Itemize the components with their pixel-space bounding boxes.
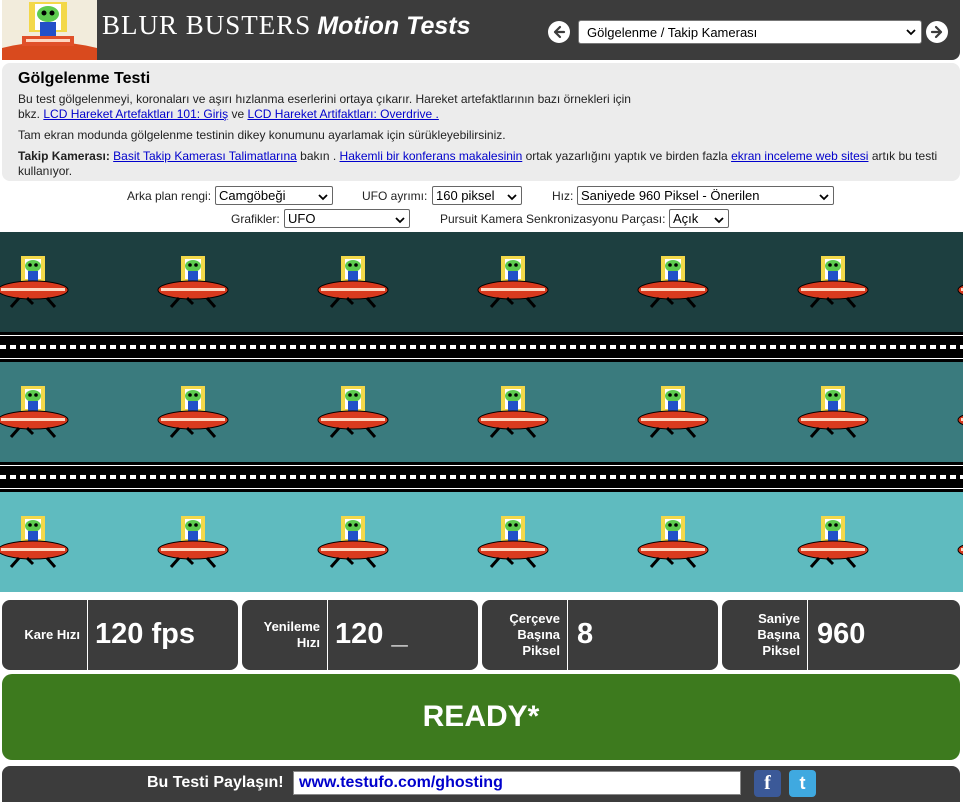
refresh-label: Yenileme Hızı bbox=[242, 600, 328, 670]
ufo-band-light[interactable] bbox=[0, 492, 963, 592]
ufo-icon bbox=[637, 384, 709, 440]
share-url-field[interactable]: www.testufo.com/ghosting bbox=[293, 771, 741, 795]
chevron-down-icon bbox=[906, 29, 916, 36]
pixels-per-frame-value: 8 bbox=[577, 618, 594, 650]
test-selector-value: Gölgelenme / Takip Kamerası bbox=[587, 24, 758, 40]
twitter-glyph: t bbox=[799, 773, 806, 793]
controls-row-2: Grafikler: UFO Pursuit Kamera Senkroniza… bbox=[0, 209, 963, 229]
chevron-down-icon bbox=[395, 217, 405, 224]
ufo-icon bbox=[637, 254, 709, 310]
ufo-icon bbox=[797, 514, 869, 570]
twitter-icon[interactable]: t bbox=[789, 770, 816, 797]
pixels-per-frame-label: Çerçeve Başına Piksel bbox=[482, 600, 568, 670]
ufo-icon bbox=[957, 254, 963, 310]
ufo-icon bbox=[637, 514, 709, 570]
ufo-icon bbox=[317, 514, 389, 570]
pursuit-sync-track bbox=[0, 332, 963, 362]
refresh-value: 120 _ bbox=[335, 618, 408, 650]
info-intro-text: Bu test gölgelenmeyi, koronaları ve aşır… bbox=[18, 92, 631, 106]
ufo-icon bbox=[797, 384, 869, 440]
ufo-icon bbox=[0, 384, 69, 440]
info-coauthor-text: ortak yazarlığını yaptık ve birden fazla bbox=[525, 149, 728, 163]
pursuit-sync-label: Pursuit Kamera Senkronizasyonu Parçası: bbox=[440, 212, 666, 226]
speed-value: Saniyede 960 Piksel - Önerilen bbox=[581, 188, 760, 203]
speed-label: Hız: bbox=[552, 189, 574, 203]
info-pursuit-camera: Takip Kamerası: Basit Takip Kamerası Tal… bbox=[18, 149, 944, 179]
ufo-icon bbox=[957, 384, 963, 440]
ufo-icon bbox=[157, 254, 229, 310]
pursuit-sync-select[interactable]: Açık bbox=[669, 209, 729, 228]
chevron-down-icon bbox=[507, 194, 517, 201]
page-title: Gölgelenme Testi bbox=[18, 70, 151, 87]
info-drag-hint: Tam ekran modunda gölgelenme testinin di… bbox=[18, 128, 506, 142]
chevron-down-icon bbox=[714, 217, 724, 224]
controls-row-1: Arka plan rengi: Camgöbeği UFO ayrımı: 1… bbox=[0, 186, 963, 206]
link-review-sites[interactable]: ekran inceleme web sitesi bbox=[731, 149, 868, 163]
ufo-icon bbox=[157, 384, 229, 440]
alien-logo-icon[interactable] bbox=[2, 0, 97, 60]
ufo-separation-select[interactable]: 160 piksel bbox=[432, 186, 522, 205]
bg-color-label: Arka plan rengi: bbox=[127, 189, 212, 203]
refresh-stat: Yenileme Hızı 120 _ bbox=[242, 600, 478, 670]
brand-main: BLUR BUSTERS bbox=[102, 10, 312, 40]
bg-color-select[interactable]: Camgöbeği bbox=[215, 186, 333, 205]
ufo-icon bbox=[477, 514, 549, 570]
forward-arrow-icon[interactable] bbox=[926, 21, 948, 43]
ufo-icon bbox=[797, 254, 869, 310]
share-label: Bu Testi Paylaşın! bbox=[147, 774, 284, 791]
fps-value: 120 fps bbox=[95, 618, 195, 650]
ufo-icon bbox=[477, 384, 549, 440]
ufo-icon bbox=[157, 514, 229, 570]
ufo-band-medium[interactable] bbox=[0, 362, 963, 462]
speed-select[interactable]: Saniyede 960 Piksel - Önerilen bbox=[577, 186, 834, 205]
brand-title: BLUR BUSTERS Motion Tests bbox=[102, 10, 471, 41]
pixels-per-frame-stat: Çerçeve Başına Piksel 8 bbox=[482, 600, 718, 670]
graphics-label: Grafikler: bbox=[231, 212, 280, 226]
ufo-separation-label: UFO ayrımı: bbox=[362, 189, 428, 203]
facebook-glyph: f bbox=[764, 772, 771, 794]
info-see-text-2: bakın . bbox=[300, 149, 337, 163]
info-see-text: bkz. bbox=[18, 107, 41, 121]
pursuit-camera-label: Takip Kamerası: bbox=[18, 149, 110, 163]
link-lcd-artifacts-intro[interactable]: LCD Hareket Artefaktları 101: Giriş bbox=[43, 107, 228, 121]
facebook-icon[interactable]: f bbox=[754, 770, 781, 797]
pursuit-sync-track bbox=[0, 462, 963, 492]
pursuit-sync-value: Açık bbox=[673, 211, 699, 226]
bg-color-value: Camgöbeği bbox=[219, 188, 286, 203]
ufo-icon bbox=[0, 514, 69, 570]
graphics-value: UFO bbox=[288, 211, 316, 226]
ufo-separation-value: 160 piksel bbox=[436, 188, 495, 203]
link-pursuit-instructions[interactable]: Basit Takip Kamerası Talimatlarına bbox=[113, 149, 297, 163]
ufo-icon bbox=[317, 384, 389, 440]
test-selector[interactable]: Gölgelenme / Takip Kamerası bbox=[578, 20, 922, 44]
pixels-per-second-stat: Saniye Başına Piksel 960 bbox=[722, 600, 960, 670]
ufo-icon bbox=[477, 254, 549, 310]
chevron-down-icon bbox=[318, 194, 328, 201]
brand-suffix: Motion Tests bbox=[317, 12, 471, 40]
fps-stat: Kare Hızı 120 fps bbox=[2, 600, 238, 670]
share-bar: Bu Testi Paylaşın! www.testufo.com/ghost… bbox=[2, 766, 960, 802]
pixels-per-second-label: Saniye Başına Piksel bbox=[722, 600, 808, 670]
info-and-text: ve bbox=[231, 107, 245, 121]
chevron-down-icon bbox=[819, 194, 829, 201]
graphics-select[interactable]: UFO bbox=[284, 209, 410, 228]
ufo-icon bbox=[317, 254, 389, 310]
pixels-per-second-value: 960 bbox=[817, 618, 866, 650]
back-arrow-icon[interactable] bbox=[548, 21, 570, 43]
link-lcd-overdrive[interactable]: LCD Hareket Artifaktları: Overdrive . bbox=[247, 107, 438, 121]
ready-status: READY* bbox=[2, 674, 960, 760]
ufo-icon bbox=[957, 514, 963, 570]
ufo-icon bbox=[0, 254, 69, 310]
info-panel: Gölgelenme Testi Bu test gölgelenmeyi, k… bbox=[2, 63, 960, 181]
link-conference-paper[interactable]: Hakemli bir konferans makalesinin bbox=[340, 149, 523, 163]
fps-label: Kare Hızı bbox=[2, 600, 88, 670]
header-bar: BLUR BUSTERS Motion Tests Gölgelenme / Ta… bbox=[2, 0, 960, 60]
ufo-band-dark[interactable] bbox=[0, 232, 963, 332]
info-description: Bu test gölgelenmeyi, koronaları ve aşır… bbox=[18, 92, 944, 122]
